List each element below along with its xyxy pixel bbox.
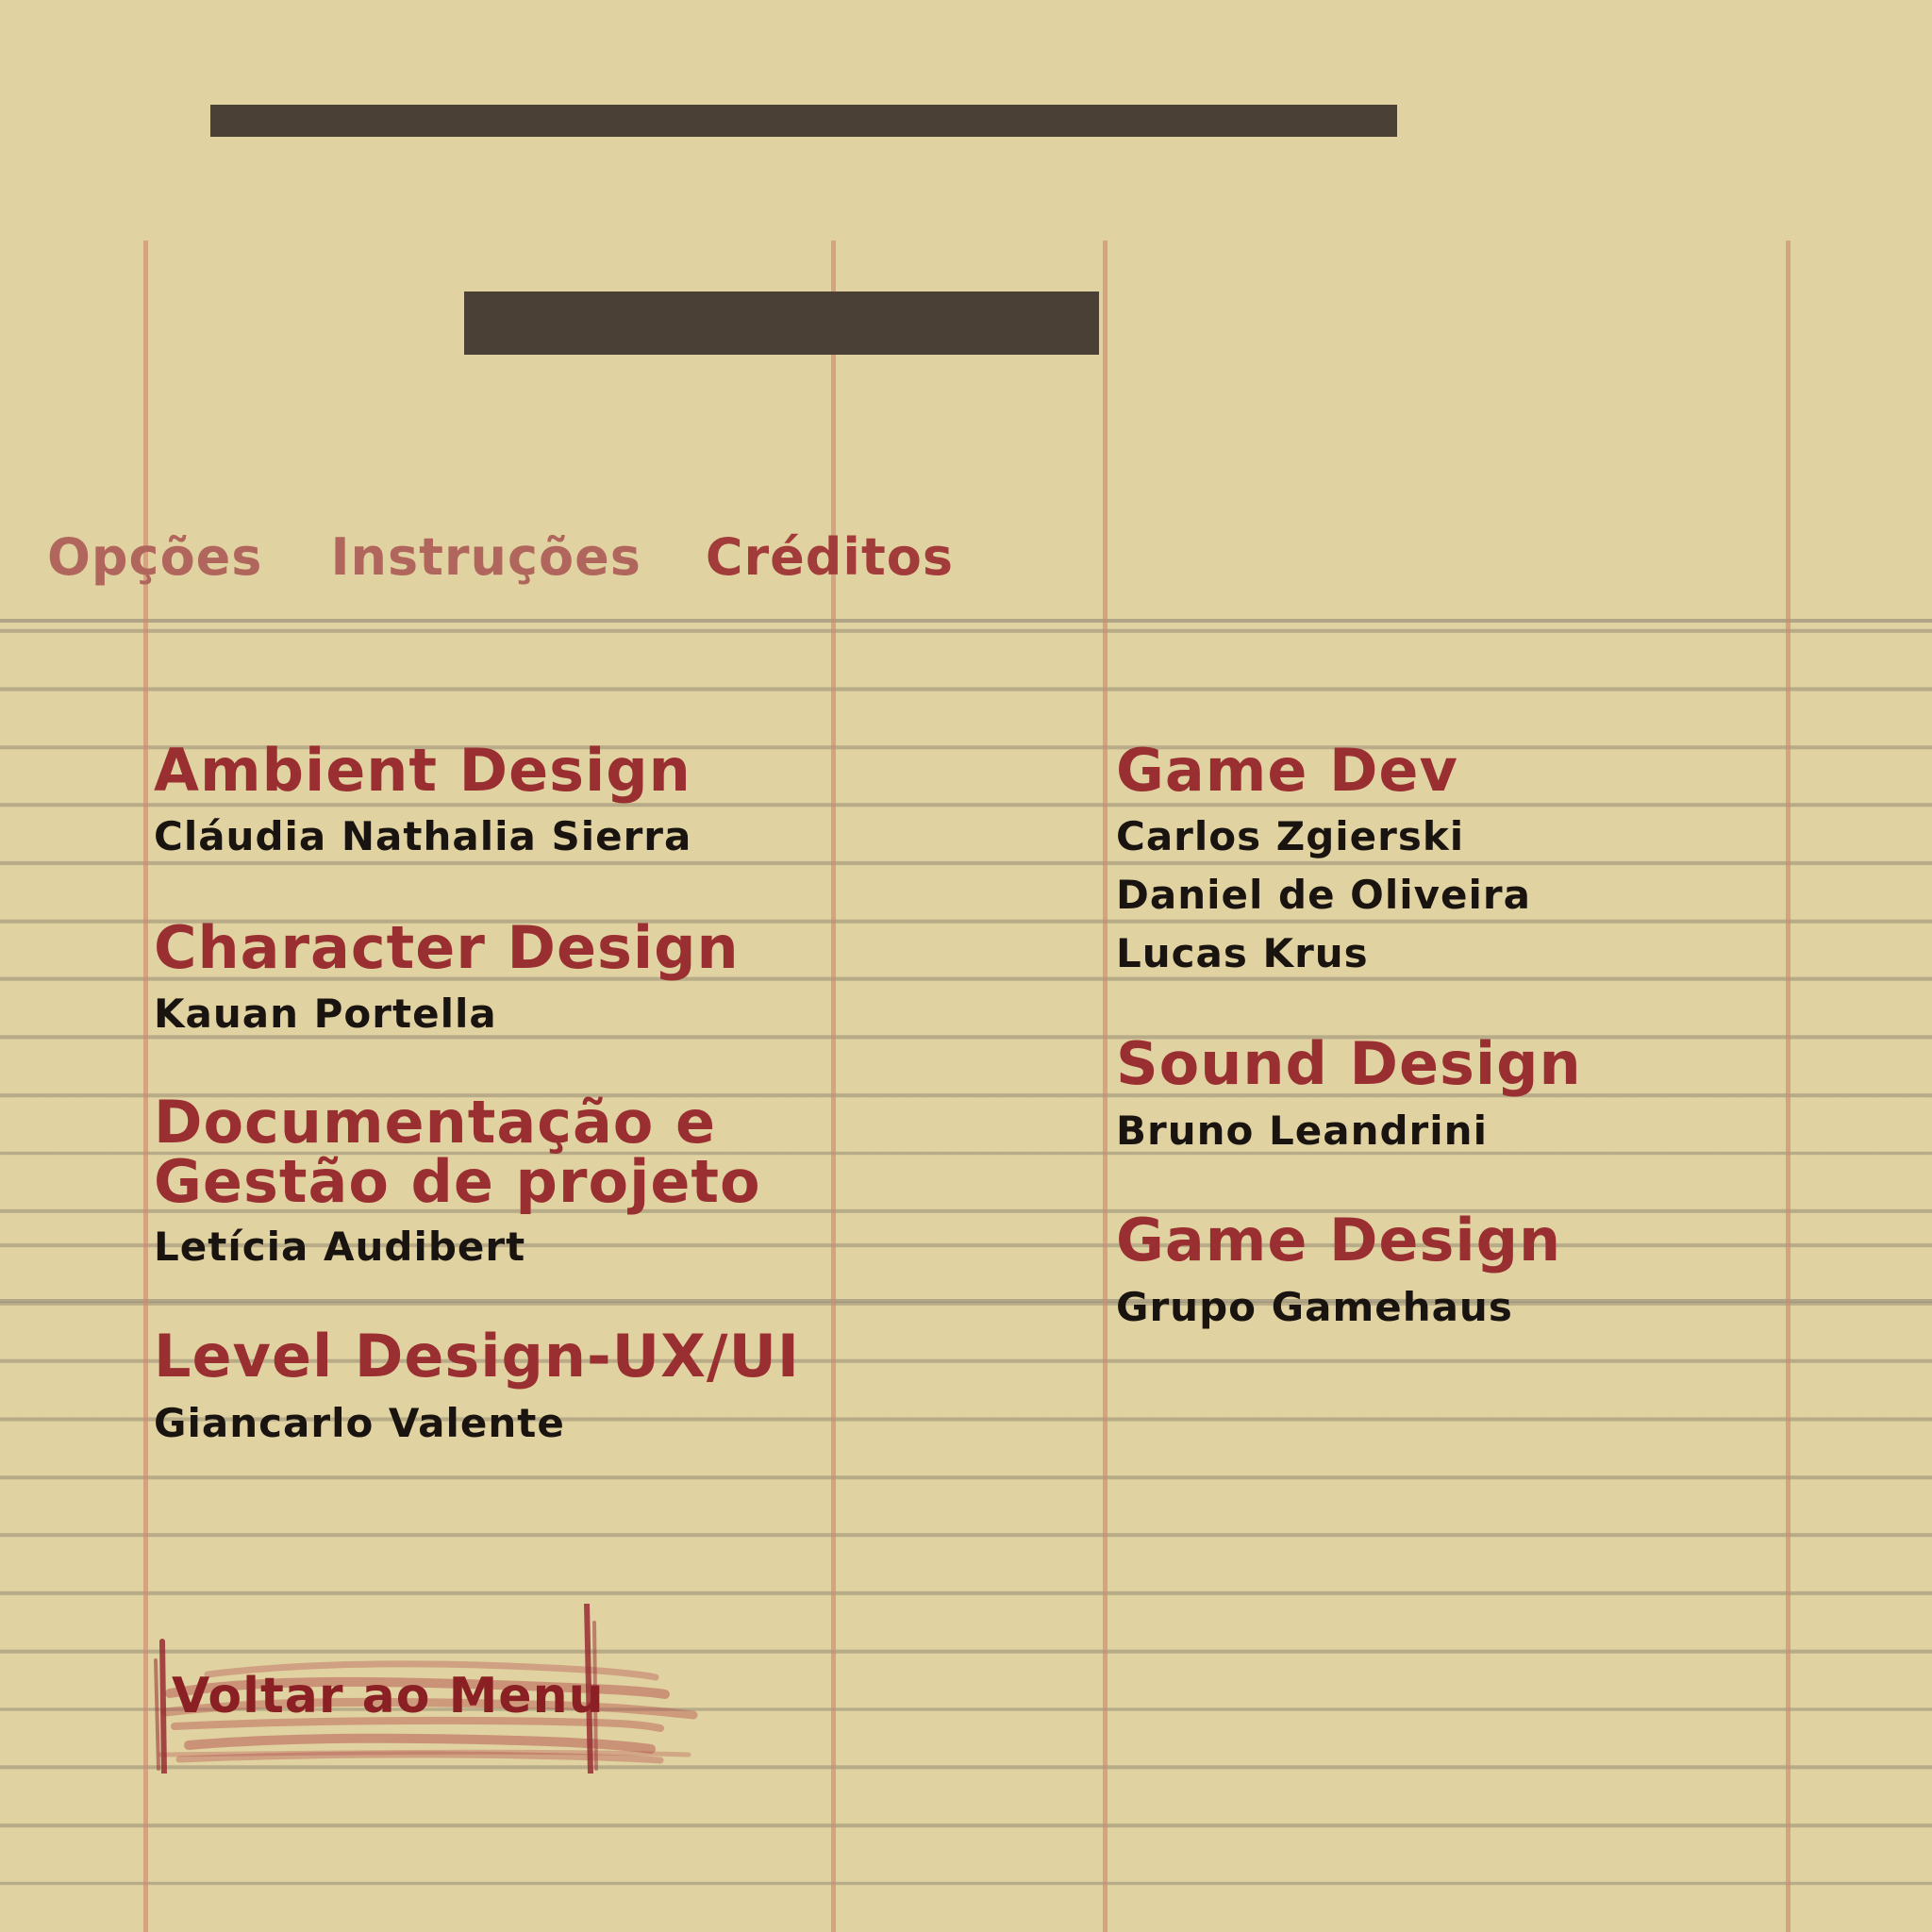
credit-name: Giancarlo Valente — [154, 1400, 565, 1446]
credit-name: Grupo Gamehaus — [1116, 1284, 1513, 1330]
column-line — [1103, 241, 1108, 1932]
credit-name: Cláudia Nathalia Sierra — [154, 813, 692, 859]
credit-name: Carlos Zgierski — [1116, 813, 1465, 859]
back-button-label: Voltar ao Menu — [172, 1668, 605, 1724]
credit-name: Bruno Leandrini — [1116, 1108, 1488, 1154]
credit-role-title: Documentação e — [154, 1088, 717, 1157]
credit-role-title: Ambient Design — [154, 736, 691, 805]
credit-role-title: Gestão de projeto — [154, 1147, 761, 1216]
credit-name: Daniel de Oliveira — [1116, 872, 1531, 918]
tab-instrucoes[interactable]: Instruções — [330, 527, 641, 587]
tab-opcoes[interactable]: Opções — [47, 527, 262, 587]
credit-role-title: Game Dev — [1116, 736, 1458, 805]
credit-name: Lucas Krus — [1116, 930, 1369, 976]
credit-role-title: Level Design-UX/UI — [154, 1322, 800, 1391]
tab-creditos[interactable]: Créditos — [706, 527, 954, 587]
credit-role-title: Character Design — [154, 913, 740, 982]
credit-name: Letícia Audibert — [154, 1224, 526, 1270]
redacted-subtitle-bar — [464, 291, 1099, 355]
credit-name: Kauan Portella — [154, 991, 497, 1037]
column-line — [831, 241, 836, 1932]
redacted-title-bar — [210, 105, 1397, 137]
margin-line — [143, 241, 148, 1932]
menu-tabs: Opções Instruções Créditos — [47, 519, 954, 594]
column-line — [1786, 241, 1790, 1932]
credit-role-title: Sound Design — [1116, 1029, 1582, 1098]
back-to-menu-button[interactable]: Voltar ao Menu — [151, 1604, 698, 1774]
credit-role-title: Game Design — [1116, 1206, 1562, 1274]
